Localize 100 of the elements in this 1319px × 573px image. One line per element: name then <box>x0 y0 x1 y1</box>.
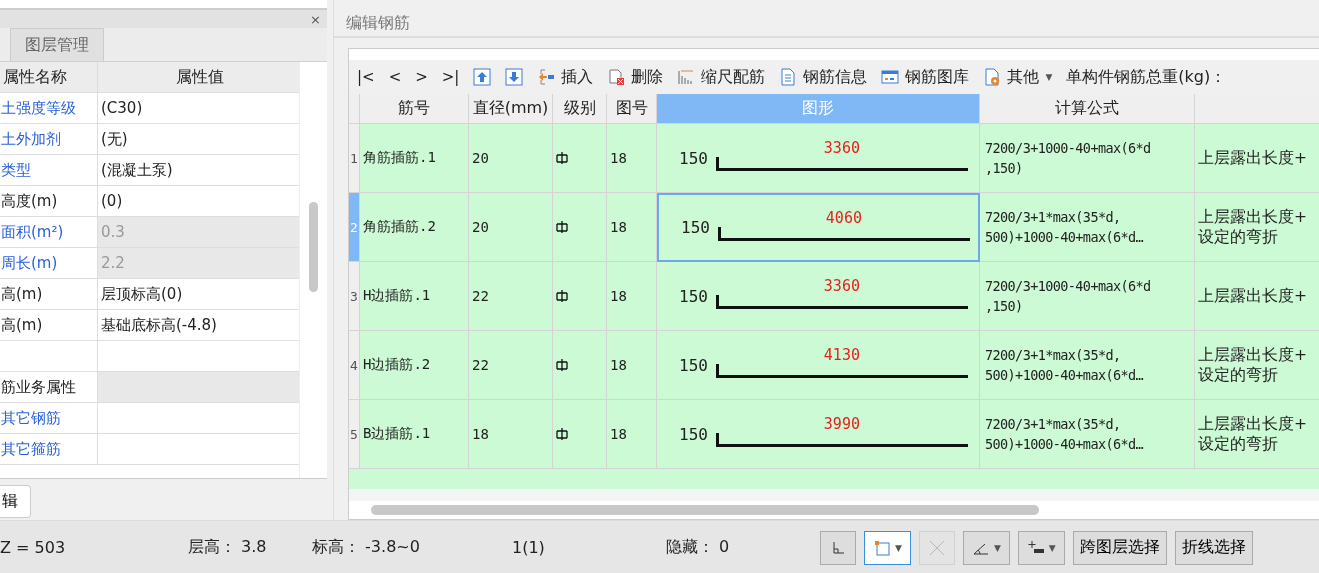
nav-button[interactable]: |< <box>357 68 375 86</box>
formula-text: 7200/3+1*max(35*d, <box>985 415 1121 434</box>
property-name: 高度(m) <box>0 186 98 216</box>
bar-length: 3990 <box>822 415 861 433</box>
formula-text: 7200/3+1*max(35*d, <box>985 208 1121 227</box>
toolbar-button[interactable]: 其他 ▼ <box>983 66 1053 88</box>
bar-length: 3360 <box>822 277 861 295</box>
toolbar-button[interactable]: 插入 <box>537 66 594 88</box>
insert-icon <box>537 68 556 86</box>
cross-icon <box>927 538 946 557</box>
caret-icon: ▼ <box>895 542 902 553</box>
status-text: 1(1) <box>512 538 545 557</box>
row-number[interactable]: 1 <box>349 124 360 193</box>
description-text: 上层露出长度+ <box>1198 286 1307 306</box>
table-cell: 角筋插筋.2 <box>360 193 469 262</box>
table-cell: 22 <box>469 331 553 400</box>
tool-button[interactable]: ▼ <box>962 530 1010 565</box>
formula-text: 7200/3+1000-40+max(6*d <box>985 139 1151 158</box>
hook-length: 150 <box>679 424 708 444</box>
toolbar-button[interactable] <box>473 68 492 86</box>
toolbar-button[interactable]: 缩尺配筋 <box>677 66 766 88</box>
input-field[interactable] <box>0 0 327 10</box>
column-header[interactable]: 直径(mm) <box>469 94 553 124</box>
property-name: 高(m) <box>0 279 98 309</box>
tool-button[interactable] <box>820 530 856 565</box>
property-value: 0.3 <box>98 217 300 247</box>
description-text: 上层露出长度+ <box>1198 148 1307 168</box>
bar-length: 3360 <box>822 139 861 157</box>
hook-length: 150 <box>681 218 710 237</box>
hook-length: 150 <box>679 355 708 375</box>
property-name: 高(m) <box>0 310 98 340</box>
description-text: 上层露出长度+ <box>1198 414 1307 434</box>
select-button[interactable]: 跨图层选择 <box>1072 530 1167 565</box>
column-header: 属性名称 <box>0 62 98 92</box>
caret-icon: ▼ <box>993 542 1001 553</box>
property-name: 土外加剂 <box>0 124 98 154</box>
toolbar-button[interactable]: 删除 <box>607 66 664 88</box>
caret-icon: ▼ <box>1045 72 1053 82</box>
row-number[interactable]: 3 <box>349 262 360 331</box>
status-text: 层高： 3.8 <box>188 537 267 556</box>
table-cell: B边插筋.1 <box>360 400 469 469</box>
rectangle-icon <box>873 538 891 557</box>
column-header[interactable]: 级别 <box>553 94 607 124</box>
toolbar-button[interactable] <box>505 68 524 86</box>
hook-length: 150 <box>679 286 708 306</box>
property-name: 其它箍筋 <box>0 434 98 464</box>
table-cell: 18 <box>607 331 657 400</box>
select-button[interactable]: 折线选择 <box>1174 530 1253 565</box>
ruler-icon <box>677 68 696 86</box>
edit-button[interactable]: 辑 <box>0 485 31 518</box>
table-cell: 18 <box>469 400 553 469</box>
nav-button[interactable]: < <box>388 68 402 86</box>
table-cell: 角筋插筋.1 <box>360 124 469 193</box>
row-number[interactable]: 4 <box>349 331 360 400</box>
table-cell: 20 <box>469 193 553 262</box>
close-button[interactable]: × <box>310 11 321 27</box>
bar-length: 4060 <box>824 208 863 227</box>
delete-icon <box>607 68 626 86</box>
table-cell: H边插筋.2 <box>360 331 469 400</box>
formula-text: ,150) <box>985 159 1023 178</box>
tool-button[interactable]: ▼ <box>864 530 911 565</box>
table-cell: H边插筋.1 <box>360 262 469 331</box>
table-cell: 18 <box>607 193 657 262</box>
nav-button[interactable]: >| <box>441 68 460 86</box>
panel-tab[interactable]: 图层管理 <box>10 28 104 61</box>
column-header[interactable]: 筋号 <box>360 94 469 124</box>
status-text: 隐藏： 0 <box>666 537 730 556</box>
property-name: 类型 <box>0 155 98 185</box>
bar-length: 4130 <box>822 346 861 364</box>
column-header: 属性值 <box>98 62 300 92</box>
formula-text: 500)+1000-40+max(6*d… <box>985 366 1144 385</box>
toolbar-button[interactable]: 钢筋图库 <box>881 66 970 88</box>
column-header[interactable]: 计算公式 <box>980 94 1195 124</box>
rebar-grade-icon <box>556 358 568 372</box>
table-cell: 22 <box>469 262 553 331</box>
rebar-grade-icon <box>556 427 568 441</box>
panel-title: 编辑钢筋 <box>334 10 1319 38</box>
document-icon <box>779 68 798 86</box>
toolbar-button[interactable]: 钢筋信息 <box>779 66 868 88</box>
table-cell: 18 <box>607 400 657 469</box>
window-icon <box>881 68 900 86</box>
column-header[interactable]: 图号 <box>607 94 657 124</box>
property-value: 2.2 <box>98 248 300 278</box>
formula-text: 7200/3+1*max(35*d, <box>985 346 1121 365</box>
description-text: 设定的弯折 <box>1198 434 1278 454</box>
status-text: Z = 503 <box>0 538 66 557</box>
status-text: 标高： -3.8~0 <box>312 537 420 556</box>
formula-text: 7200/3+1000-40+max(6*d <box>985 277 1151 296</box>
caret-icon: ▼ <box>1048 542 1056 553</box>
table-cell: 18 <box>607 124 657 193</box>
rebar-grade-icon <box>556 151 568 165</box>
gear-document-icon <box>983 68 1002 86</box>
hook-length: 150 <box>679 148 708 168</box>
property-name: 其它钢筋 <box>0 403 98 433</box>
row-number[interactable]: 5 <box>349 400 360 469</box>
nav-button[interactable]: > <box>415 68 428 86</box>
tool-button[interactable]: ▼ <box>1017 530 1065 565</box>
rebar-grade-icon <box>556 289 568 303</box>
property-name: 土强度等级 <box>0 93 98 123</box>
formula-text: ,150) <box>985 297 1023 316</box>
